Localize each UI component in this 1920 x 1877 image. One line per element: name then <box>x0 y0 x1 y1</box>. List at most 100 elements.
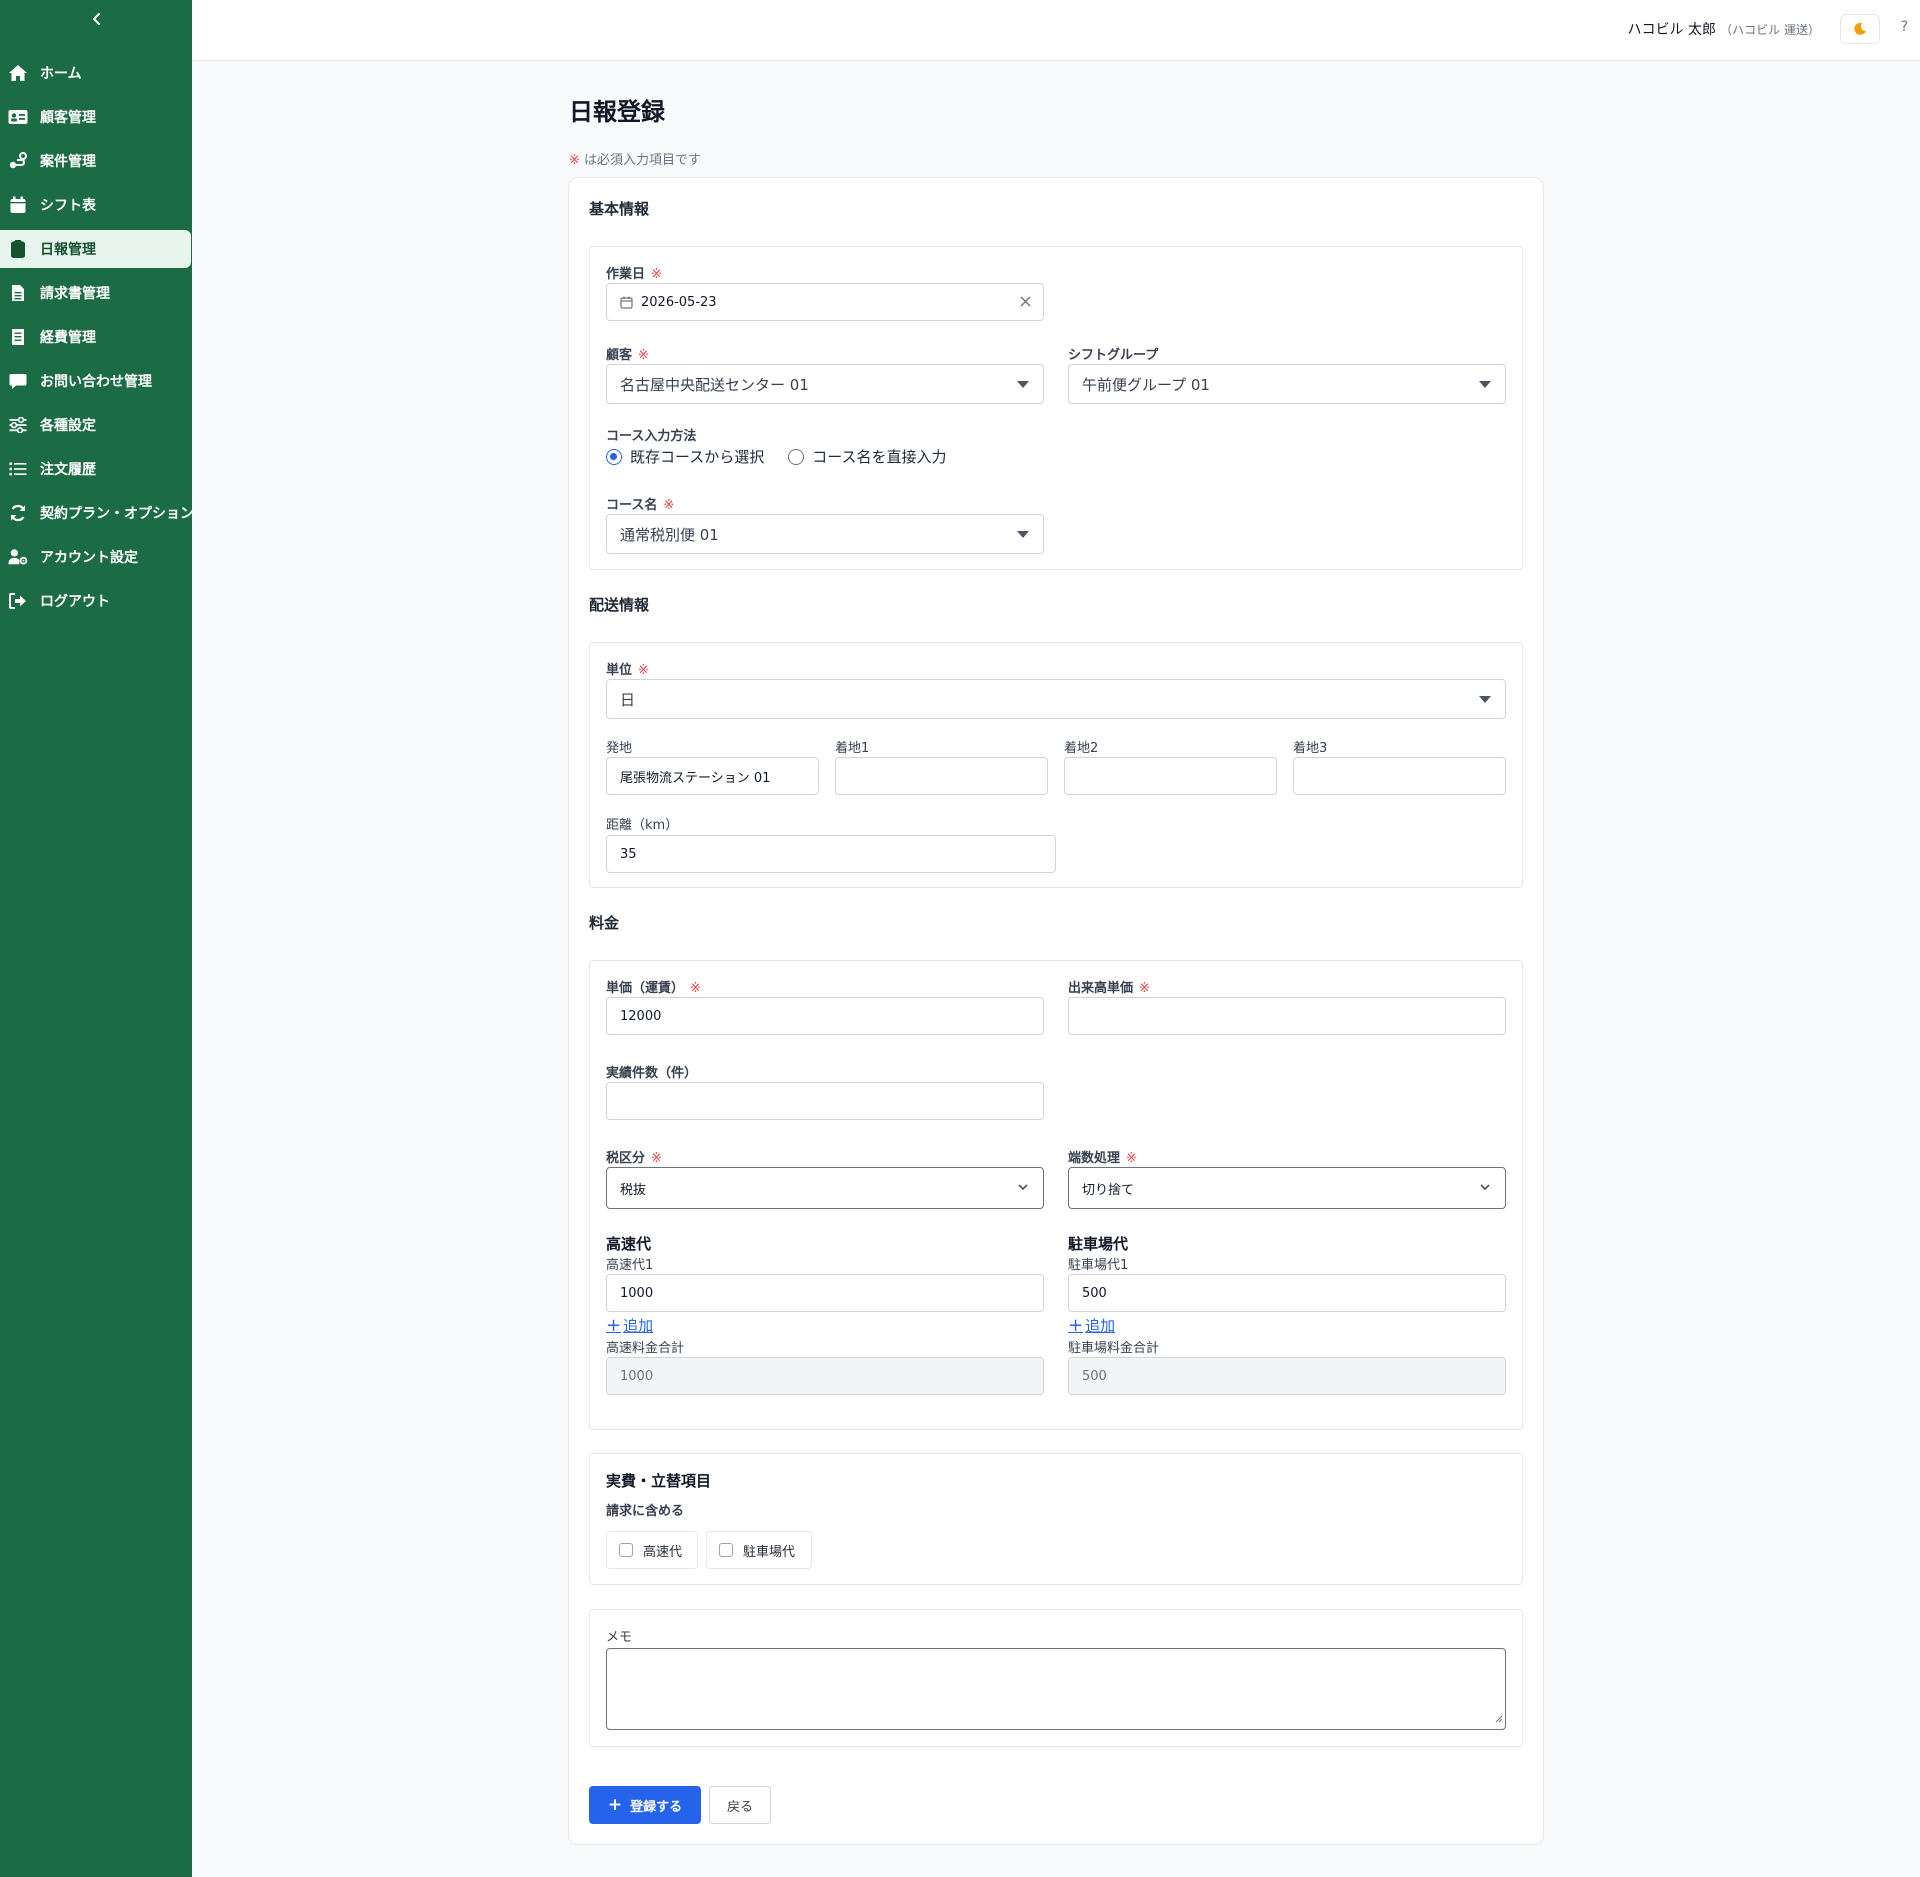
caret-down-icon <box>1479 696 1491 703</box>
sidebar-item-logout[interactable]: ログアウト <box>0 582 192 620</box>
add-parking-link[interactable]: + 追加 <box>1068 1315 1115 1336</box>
highway1-input[interactable]: 1000 <box>606 1274 1044 1312</box>
unit-price-label-text: 単価（運賃） <box>606 981 685 996</box>
work-date-label: 作業日 ※ <box>606 263 662 282</box>
sidebar-item-expenses[interactable]: 経費管理 <box>0 318 192 356</box>
caret-down-icon <box>1017 531 1029 538</box>
output-price-label-text: 出来高単価 <box>1068 981 1134 996</box>
memo-label: メモ <box>606 1630 633 1645</box>
expense-parking-checkbox[interactable]: 駐車場代 <box>706 1531 812 1569</box>
required-note-text: は必須入力項目です <box>579 153 702 168</box>
required-mark: ※ <box>1139 981 1150 996</box>
work-date-input[interactable]: 2026-05-23 <box>606 283 1044 321</box>
customer-label-text: 顧客 <box>606 348 633 363</box>
destination2-input[interactable] <box>1064 757 1277 795</box>
parking-title: 駐車場代 <box>1068 1235 1129 1253</box>
distance-value: 35 <box>620 846 637 862</box>
sidebar-item-order-history[interactable]: 注文履歴 <box>0 450 192 488</box>
sidebar-item-invoices[interactable]: 請求書管理 <box>0 274 192 312</box>
rounding-label-text: 端数処理 <box>1068 1151 1121 1166</box>
origin-input[interactable]: 尾張物流ステーション 01 <box>606 757 819 795</box>
destination3-input[interactable] <box>1293 757 1506 795</box>
work-date-value: 2026-05-23 <box>641 294 717 310</box>
required-mark: ※ <box>638 348 649 363</box>
sidebar-item-account[interactable]: アカウント設定 <box>0 538 192 576</box>
radio-unchecked-icon <box>788 448 805 465</box>
report-form: 基本情報 作業日 ※ 2026-05-23 顧客 ※ 名古屋中央配送センター 01 … <box>568 177 1544 1845</box>
parking1-input[interactable]: 500 <box>1068 1274 1506 1312</box>
parking-total-label: 駐車場料金合計 <box>1068 1341 1160 1356</box>
back-button[interactable]: 戻る <box>709 1786 771 1824</box>
checkbox-unchecked-icon <box>719 1543 733 1557</box>
sidebar-item-label: 日報管理 <box>40 242 96 258</box>
output-price-input[interactable] <box>1068 997 1506 1035</box>
sidebar-item-customers[interactable]: 顧客管理 <box>0 98 192 136</box>
course-name-select[interactable]: 通常税別便 01 <box>606 514 1044 554</box>
shift-group-value: 午前便グループ 01 <box>1082 375 1210 394</box>
memo-textarea[interactable] <box>606 1648 1506 1730</box>
unit-price-input[interactable]: 12000 <box>606 997 1044 1035</box>
actual-count-input[interactable] <box>606 1082 1044 1120</box>
calendar-icon <box>8 195 28 215</box>
add-link-label: 追加 <box>1085 1317 1116 1335</box>
sidebar-item-label: アカウント設定 <box>40 550 138 566</box>
sidebar-item-shift[interactable]: シフト表 <box>0 186 192 224</box>
submit-button[interactable]: + 登録する <box>589 1786 701 1824</box>
sidebar-nav: ホーム 顧客管理 案件管理 シフト表 日報管理 請求書管理 経費管理 お問い合わ… <box>0 54 192 626</box>
include-in-invoice-label: 請求に含める <box>606 1504 685 1519</box>
customer-select[interactable]: 名古屋中央配送センター 01 <box>606 364 1044 404</box>
destination1-input[interactable] <box>835 757 1048 795</box>
sidebar-item-label: シフト表 <box>40 198 96 214</box>
theme-toggle-button[interactable] <box>1840 14 1880 44</box>
destination3-label: 着地3 <box>1293 741 1328 756</box>
sidebar-item-label: 案件管理 <box>40 154 96 170</box>
course-method-direct-radio[interactable]: コース名を直接入力 <box>788 446 947 467</box>
rounding-select[interactable]: 切り捨て <box>1068 1167 1506 1209</box>
tax-select[interactable]: 税抜 <box>606 1167 1044 1209</box>
sidebar-item-plan[interactable]: 契約プラン・オプション <box>0 494 192 532</box>
checkbox-label: 高速代 <box>643 1544 683 1560</box>
help-button[interactable]: ? <box>1901 19 1908 35</box>
invoice-icon <box>8 283 28 303</box>
unit-select[interactable]: 日 <box>606 679 1506 719</box>
add-highway-link[interactable]: + 追加 <box>606 1315 653 1336</box>
unit-value: 日 <box>620 690 636 709</box>
plus-icon: + <box>606 1314 622 1336</box>
list-icon <box>8 459 28 479</box>
output-price-label: 出来高単価 ※ <box>1068 977 1150 996</box>
rounding-label: 端数処理 ※ <box>1068 1147 1137 1166</box>
required-note: ※ は必須入力項目です <box>569 149 701 168</box>
sidebar-item-label: ログアウト <box>40 594 110 610</box>
course-method-existing-radio[interactable]: 既存コースから選択 <box>606 446 764 467</box>
highway-total-label: 高速料金合計 <box>606 1341 685 1356</box>
required-mark: ※ <box>651 1151 662 1166</box>
distance-input[interactable]: 35 <box>606 835 1056 873</box>
distance-label: 距離（km） <box>606 818 679 833</box>
shift-group-select[interactable]: 午前便グループ 01 <box>1068 364 1506 404</box>
unit-label: 単位 ※ <box>606 659 649 678</box>
resize-handle-icon[interactable] <box>1494 1708 1503 1727</box>
origin-value: 尾張物流ステーション 01 <box>620 770 771 786</box>
sidebar-item-home[interactable]: ホーム <box>0 54 192 92</box>
sidebar-item-inquiries[interactable]: お問い合わせ管理 <box>0 362 192 400</box>
tax-label: 税区分 ※ <box>606 1147 662 1166</box>
required-mark: ※ <box>638 663 649 678</box>
clear-date-icon[interactable] <box>1020 296 1031 311</box>
sidebar-item-projects[interactable]: 案件管理 <box>0 142 192 180</box>
expense-highway-checkbox[interactable]: 高速代 <box>606 1531 698 1569</box>
course-name-label-text: コース名 <box>606 498 658 513</box>
required-mark: ※ <box>651 267 662 282</box>
sidebar: ホーム 顧客管理 案件管理 シフト表 日報管理 請求書管理 経費管理 お問い合わ… <box>0 0 192 1877</box>
chat-icon <box>8 371 28 391</box>
tax-label-text: 税区分 <box>606 1151 646 1166</box>
user-organization: （ハコビル 運送） <box>1720 23 1820 37</box>
course-method-label: コース入力方法 <box>606 429 697 444</box>
sidebar-item-daily-report[interactable]: 日報管理 <box>0 230 191 268</box>
collapse-sidebar-icon[interactable] <box>86 8 108 30</box>
top-bar: ハコビル 太郎 （ハコビル 運送） ? <box>192 0 1920 61</box>
sidebar-item-settings[interactable]: 各種設定 <box>0 406 192 444</box>
parking1-value: 500 <box>1082 1285 1107 1301</box>
parking1-label: 駐車場代1 <box>1068 1258 1129 1273</box>
unit-price-label: 単価（運賃） ※ <box>606 977 701 996</box>
rounding-value: 切り捨て <box>1082 1182 1135 1198</box>
